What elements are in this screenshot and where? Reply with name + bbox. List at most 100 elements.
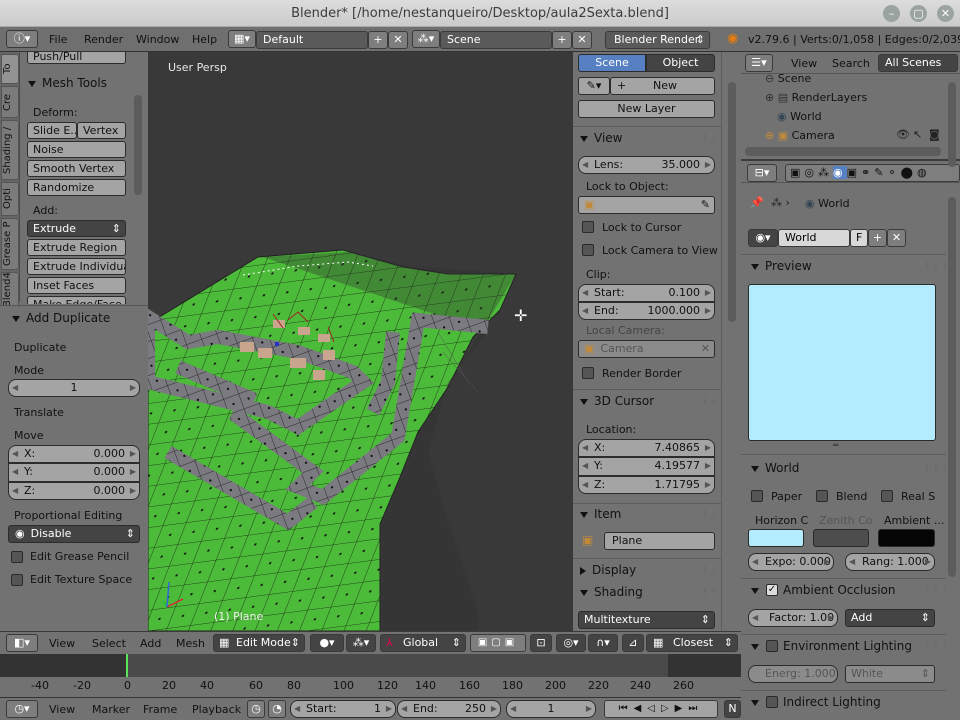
snap-icon[interactable]: ⊿ xyxy=(622,634,644,652)
snap-target-select[interactable]: ▦ Closest ⇕ xyxy=(646,634,738,652)
make-edge-face-button[interactable]: Make Edge/Face xyxy=(27,296,126,304)
layout-field[interactable]: Default xyxy=(256,31,368,49)
minimize-button[interactable]: – xyxy=(883,5,900,22)
ao-panel-header[interactable] xyxy=(751,583,765,597)
fake-user-button[interactable]: F xyxy=(850,229,868,247)
outliner-menu-view[interactable]: View xyxy=(791,57,817,70)
close-button[interactable]: ✕ xyxy=(937,5,954,22)
lock-camera-checkbox[interactable] xyxy=(582,244,594,256)
item-name-field[interactable]: Plane xyxy=(604,532,715,550)
tab-create[interactable]: Cre xyxy=(1,86,19,118)
tab-tools[interactable]: To xyxy=(1,54,19,84)
current-frame-field[interactable]: ◀ 1 ▶ xyxy=(506,700,596,718)
randomize-button[interactable]: Randomize xyxy=(27,179,126,196)
select-mode-icons[interactable]: ▣▢▣ xyxy=(470,634,526,652)
start-frame-field[interactable]: ◀ Start: 1 ▶ xyxy=(290,700,396,718)
horizon-color-swatch[interactable] xyxy=(748,529,804,547)
scene-remove-button[interactable]: ✕ xyxy=(572,31,592,49)
3d-viewport[interactable]: User Persp ✛ (1) Plane xyxy=(148,52,573,631)
maximize-button[interactable]: ▢ xyxy=(910,5,927,22)
viewport-shading-icon[interactable]: ●▾ xyxy=(310,634,344,652)
paper-sky-checkbox[interactable] xyxy=(751,490,763,502)
record-icon[interactable]: ◷ xyxy=(247,700,265,718)
sync-mode-label[interactable]: N xyxy=(724,700,741,718)
outliner-item-scene[interactable]: ⊖ Scene xyxy=(765,74,811,85)
outliner-item-camera[interactable]: ⊕ ▣ Camera xyxy=(765,129,835,142)
extrude-individual-button[interactable]: Extrude Individual xyxy=(27,258,126,275)
menu-file[interactable]: File xyxy=(49,33,67,46)
vertex-button[interactable]: Vertex xyxy=(77,122,126,139)
3d-menu-mesh[interactable]: Mesh xyxy=(176,637,205,650)
ao-checkbox[interactable]: ✓ xyxy=(766,584,778,596)
tab-shading[interactable]: Shading / xyxy=(1,120,19,180)
outliner-filter-select[interactable]: All Scenes xyxy=(878,54,958,72)
blend-sky-checkbox[interactable] xyxy=(816,490,828,502)
tab-scene-button[interactable]: Scene xyxy=(578,54,646,72)
timeline-menu-playback[interactable]: Playback xyxy=(192,703,241,716)
drag-grip-icon[interactable]: ⋮⋮⋮ xyxy=(923,463,950,472)
world-panel-header[interactable]: World xyxy=(751,461,799,475)
lock-cursor-checkbox[interactable] xyxy=(582,221,594,233)
outliner-menu-search[interactable]: Search xyxy=(832,57,870,70)
tab-blend4[interactable]: Blend4 xyxy=(1,272,19,308)
view-panel-header[interactable]: View xyxy=(580,131,622,145)
scene-add-button[interactable]: + xyxy=(552,31,572,49)
select-arrow-icon[interactable]: ↖ xyxy=(913,128,922,141)
layout-icon[interactable]: ▦▾ xyxy=(228,30,256,48)
properties-vscrollbar[interactable] xyxy=(948,197,956,577)
timeline-menu-frame[interactable]: Frame xyxy=(143,703,177,716)
outliner-item-renderlayers[interactable]: ⊕ ▤ RenderLayers xyxy=(765,91,867,104)
outliner-hscrollbar[interactable] xyxy=(745,147,941,156)
outliner-vscrollbar[interactable] xyxy=(948,82,956,167)
proportional-edit-icon[interactable]: ◎▾ xyxy=(556,634,586,652)
item-panel-header[interactable]: Item xyxy=(580,507,621,521)
zenith-color-swatch[interactable] xyxy=(813,529,869,547)
operator-header[interactable]: Add Duplicate xyxy=(12,311,110,325)
exposure-field[interactable]: ◀ Expo: 0.000 ▶ xyxy=(748,553,834,571)
drag-grip-icon[interactable]: ⋮⋮⋮ xyxy=(923,261,950,270)
render-engine-select[interactable]: Blender Render ⇕ xyxy=(605,31,710,49)
render-border-checkbox[interactable] xyxy=(582,367,594,379)
3d-menu-view[interactable]: View xyxy=(49,637,75,650)
cursor-x-field[interactable]: ◀ X: 7.40865 ▶ xyxy=(578,439,715,457)
new-button[interactable]: + New xyxy=(610,77,715,95)
world-name-field[interactable]: World xyxy=(778,229,850,247)
menu-window[interactable]: Window xyxy=(136,33,179,46)
resize-handle-icon[interactable]: ═ xyxy=(833,441,838,451)
timeline-editor-icon[interactable]: ◷▾ xyxy=(6,700,38,718)
timeline-area[interactable]: -40 -20 0 20 40 60 80 100 120 140 160 18… xyxy=(0,654,741,697)
inset-faces-button[interactable]: Inset Faces xyxy=(27,277,126,294)
clip-start-field[interactable]: ◀ Start: 0.100 ▶ xyxy=(578,284,715,302)
edit-texture-space-checkbox[interactable] xyxy=(11,574,23,586)
properties-editor-icon[interactable]: ⊟▾ xyxy=(747,164,777,182)
current-frame-marker[interactable] xyxy=(126,654,128,677)
tab-object-button[interactable]: Object xyxy=(646,54,715,72)
new-layer-button[interactable]: New Layer xyxy=(578,100,715,118)
ambient-color-swatch[interactable] xyxy=(878,529,935,547)
pin-icon[interactable]: 📌 xyxy=(750,196,764,209)
n-panel-scrollbar[interactable] xyxy=(728,82,736,322)
layout-add-button[interactable]: + xyxy=(368,31,388,49)
edit-grease-pencil-checkbox[interactable] xyxy=(11,551,23,563)
pencil-icon[interactable]: ✎▾ xyxy=(578,77,610,95)
noise-button[interactable]: Noise xyxy=(27,141,126,158)
outliner-item-world[interactable]: ◉ World xyxy=(777,110,822,123)
occlude-geometry-icon[interactable]: ⊡ xyxy=(530,634,552,652)
mesh-tools-header[interactable]: Mesh Tools xyxy=(28,76,107,90)
orientation-select[interactable]: ⅄ Global ⇕ xyxy=(380,634,466,652)
tab-options[interactable]: Opti xyxy=(1,182,19,216)
move-z-field[interactable]: ◀ Z: 0.000 ▶ xyxy=(8,482,140,500)
menu-render[interactable]: Render xyxy=(84,33,123,46)
env-energy-field[interactable]: Energ: 1.000 xyxy=(748,665,838,683)
tab-grease-pencil[interactable]: Grease P xyxy=(1,218,19,270)
lock-object-field[interactable]: ▣ ✎ xyxy=(578,196,715,214)
falloff-icon[interactable]: ∩▾ xyxy=(588,634,618,652)
tool-shelf-scrollbar[interactable] xyxy=(134,95,142,195)
ao-blend-select[interactable]: Add ⇕ xyxy=(845,609,935,627)
timeline-menu-view[interactable]: View xyxy=(49,703,75,716)
cursor3d-panel-header[interactable]: 3D Cursor xyxy=(580,394,654,408)
ao-factor-field[interactable]: ◀ Factor: 1.00 ▶ xyxy=(748,609,838,627)
env-panel-header[interactable] xyxy=(751,639,765,653)
preview-range-icon[interactable]: ◔ xyxy=(268,700,286,718)
scene-icon[interactable]: ⁂▾ xyxy=(412,30,440,48)
